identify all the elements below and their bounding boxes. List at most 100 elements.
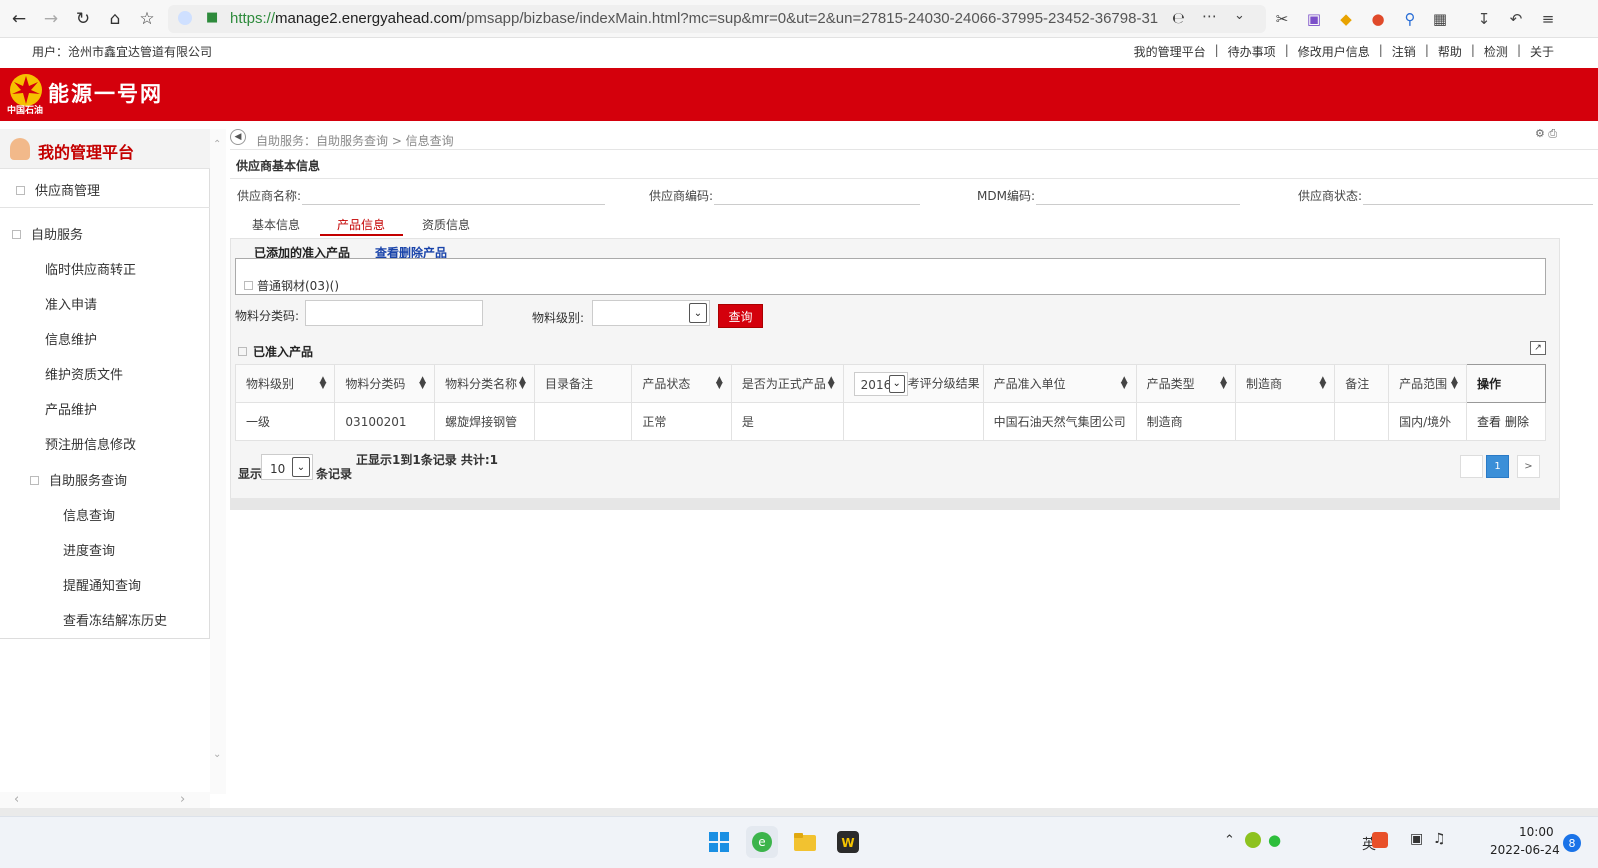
sort-icon[interactable]: ▲ ▼ <box>1121 376 1128 391</box>
sort-icon[interactable]: ▲ ▼ <box>828 376 835 391</box>
sidebar-item-supplier-mgmt[interactable]: 供应商管理 <box>16 180 100 199</box>
volume-icon[interactable]: ♫ <box>1433 831 1446 847</box>
link-todo[interactable]: 待办事项 <box>1228 43 1276 60</box>
collapse-left-icon[interactable]: ◀ <box>230 129 246 145</box>
more-icon[interactable]: ⋯ <box>1202 7 1217 25</box>
translate-icon[interactable]: ▣ <box>1304 9 1324 29</box>
page-size-select[interactable]: 10 ⌄ <box>261 454 313 480</box>
sidebar-scrollbar[interactable]: ⌃ ⌄ <box>210 129 226 794</box>
scroll-up-icon[interactable]: ⌃ <box>213 139 221 150</box>
sidebar-item-admission[interactable]: 准入申请 <box>45 294 97 313</box>
link-logout[interactable]: 注销 <box>1392 43 1416 60</box>
ie-mode-icon[interactable]: ℮ <box>1172 9 1185 27</box>
undo-icon[interactable]: ↶ <box>1506 9 1526 29</box>
table-row[interactable]: 一级 03100201 螺旋焊接钢管 正常 是 中国石油天然气集团公司 制造商 … <box>234 402 1547 441</box>
tab-qualification-info[interactable]: 资质信息 <box>422 216 470 233</box>
chevron-down-icon[interactable]: ⌄ <box>888 374 905 393</box>
material-level-select[interactable]: ⌄ <box>592 300 710 326</box>
tab-basic-info[interactable]: 基本信息 <box>252 216 300 233</box>
page-1-button[interactable]: 1 <box>1486 455 1509 478</box>
sort-icon[interactable]: ▲ ▼ <box>419 376 426 391</box>
wps-app-icon[interactable]: W <box>832 826 864 858</box>
scroll-left-icon[interactable]: ‹ <box>14 792 19 807</box>
search-icon[interactable]: ⚲ <box>1400 9 1420 29</box>
tray-chevron-up-icon[interactable]: ⌃ <box>1224 833 1235 848</box>
sidebar-item-progress-query[interactable]: 进度查询 <box>63 540 115 559</box>
sort-icon[interactable]: ▲ ▼ <box>1451 376 1458 391</box>
sidebar-item-self-query[interactable]: 自助服务查询 <box>30 470 127 489</box>
apps-grid-icon[interactable]: ▦ <box>1430 9 1450 29</box>
col-material-name[interactable]: 物料分类名称 ▲ ▼ <box>434 364 535 403</box>
next-page-button[interactable]: > <box>1517 455 1540 478</box>
wechat-icon[interactable]: ● <box>1268 831 1281 849</box>
col-is-formal[interactable]: 是否为正式产品 ▲ ▼ <box>730 364 844 403</box>
col-material-level[interactable]: 物料级别 ▲ ▼ <box>234 364 336 403</box>
material-code-input[interactable] <box>305 300 483 326</box>
network-icon[interactable]: ▣ <box>1410 831 1423 847</box>
menu-icon[interactable]: ≡ <box>1538 9 1558 29</box>
sort-icon[interactable]: ▲ ▼ <box>519 376 526 391</box>
input-method-icon[interactable] <box>1372 832 1388 848</box>
tree-collapse-icon[interactable] <box>238 347 247 356</box>
download-icon[interactable]: ↧ <box>1474 9 1494 29</box>
sidebar-item-info-query[interactable]: 信息查询 <box>63 505 115 524</box>
clock-time[interactable]: 10:00 <box>1519 825 1554 839</box>
sidebar-item-self-service[interactable]: 自助服务 <box>12 224 83 243</box>
chevron-down-icon[interactable]: ⌄ <box>292 457 310 477</box>
favorites-icon[interactable]: ☆ <box>136 8 158 30</box>
link-about[interactable]: 关于 <box>1530 43 1554 60</box>
sidebar-item-temp-supplier[interactable]: 临时供应商转正 <box>45 259 136 278</box>
clock-date[interactable]: 2022-06-24 <box>1490 843 1560 857</box>
scissors-icon[interactable]: ✂ <box>1272 9 1292 29</box>
url-text[interactable]: https://manage2.energyahead.com/pmsapp/b… <box>230 10 1158 27</box>
back-icon[interactable]: ← <box>8 8 30 30</box>
windows-start-icon[interactable] <box>703 826 735 858</box>
sidebar-item-reminder-query[interactable]: 提醒通知查询 <box>63 575 141 594</box>
col-manufacturer[interactable]: 制造商 ▲ ▼ <box>1235 364 1336 403</box>
link-my-platform[interactable]: 我的管理平台 <box>1134 43 1206 60</box>
reload-icon[interactable]: ↻ <box>72 8 94 30</box>
sidebar-item-qual-files[interactable]: 维护资质文件 <box>45 364 123 383</box>
prev-page-button[interactable] <box>1460 455 1483 478</box>
sidebar-item-freeze-history[interactable]: 查看冻结解冻历史 <box>63 610 167 629</box>
sort-icon[interactable]: ▲ ▼ <box>716 376 723 391</box>
export-icon[interactable]: ↗ <box>1530 341 1546 355</box>
scroll-down-icon[interactable]: ⌄ <box>213 749 221 760</box>
col-material-code[interactable]: 物料分类码 ▲ ▼ <box>334 364 436 403</box>
tree-collapse-icon[interactable] <box>12 230 21 239</box>
game-icon[interactable]: ● <box>1368 9 1388 29</box>
sidebar-hscrollbar[interactable]: ‹ › <box>0 792 210 808</box>
link-edit-user[interactable]: 修改用户信息 <box>1298 43 1370 60</box>
link-help[interactable]: 帮助 <box>1438 43 1462 60</box>
forward-icon[interactable]: → <box>40 8 62 30</box>
sidebar-item-product-maint[interactable]: 产品维护 <box>45 399 97 418</box>
notification-badge[interactable]: 8 <box>1563 834 1581 852</box>
tree-expand-icon[interactable] <box>244 281 253 290</box>
scroll-right-icon[interactable]: › <box>180 792 185 807</box>
tray-app-icon[interactable] <box>1245 832 1261 848</box>
sort-icon[interactable]: ▲ ▼ <box>1220 376 1227 391</box>
site-info-icon[interactable] <box>178 11 192 25</box>
chevron-down-icon[interactable]: ⌄ <box>689 303 707 323</box>
tab-product-info[interactable]: 产品信息 <box>337 216 385 233</box>
query-button[interactable]: 查询 <box>718 304 763 328</box>
home-icon[interactable]: ⌂ <box>104 8 126 30</box>
file-explorer-icon[interactable] <box>789 826 821 858</box>
shield-icon[interactable]: ◆ <box>1336 9 1356 29</box>
delete-link[interactable]: 删除 <box>1505 415 1529 429</box>
sort-icon[interactable]: ▲ ▼ <box>320 376 327 391</box>
chevron-down-icon[interactable]: ⌄ <box>1234 8 1245 23</box>
year-select[interactable]: 2016 ⌄ <box>853 371 908 396</box>
tree-collapse-icon[interactable] <box>16 186 25 195</box>
link-check[interactable]: 检测 <box>1484 43 1508 60</box>
sidebar-item-info-maint[interactable]: 信息维护 <box>45 329 97 348</box>
browser-app-icon[interactable]: e <box>746 826 778 858</box>
sort-icon[interactable]: ▲ ▼ <box>1319 376 1326 391</box>
sidebar-item-prereg-edit[interactable]: 预注册信息修改 <box>45 434 136 453</box>
category-item[interactable]: 普通钢材(03)() <box>244 277 339 294</box>
view-link[interactable]: 查看 <box>1477 415 1501 429</box>
col-admission-unit[interactable]: 产品准入单位 ▲ ▼ <box>982 364 1137 403</box>
address-bar[interactable]: ■ https://manage2.energyahead.com/pmsapp… <box>168 5 1266 33</box>
col-product-type[interactable]: 产品类型 ▲ ▼ <box>1135 364 1237 403</box>
tree-collapse-icon[interactable] <box>30 476 39 485</box>
